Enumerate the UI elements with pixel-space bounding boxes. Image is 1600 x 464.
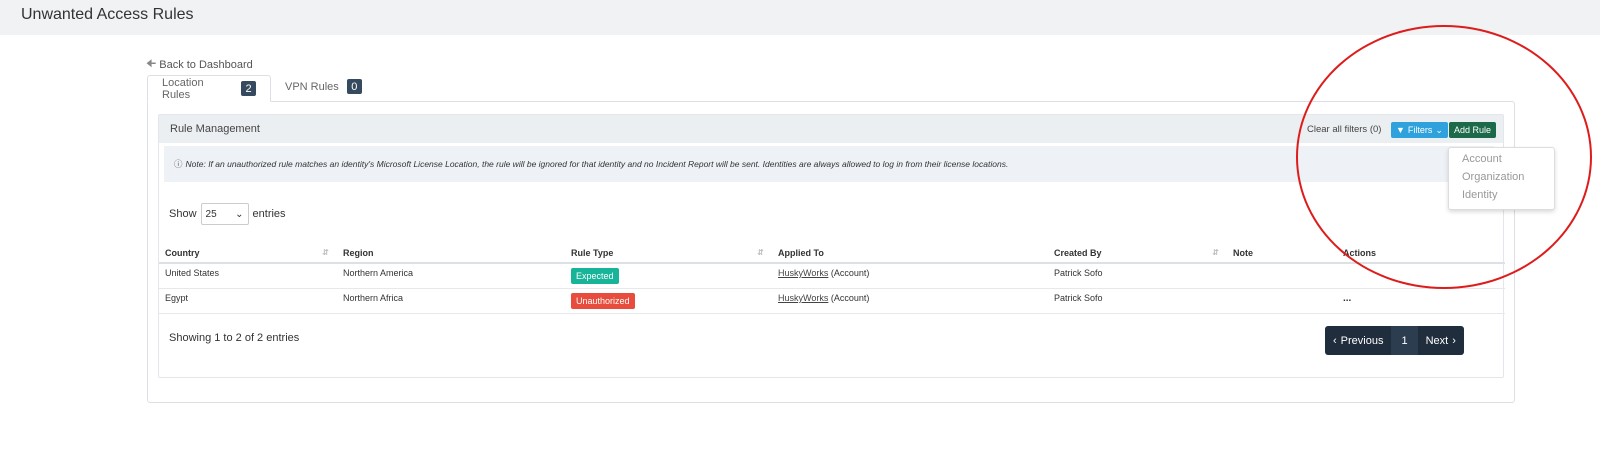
cell-created-by: Patrick Sofo [1048, 263, 1227, 289]
chevron-right-icon: › [1452, 334, 1456, 347]
filters-button-label: Filters [1407, 125, 1433, 135]
sort-icon: ⇵ [322, 247, 329, 257]
show-label: Show [169, 208, 197, 220]
column-header: Actions [1337, 243, 1505, 264]
back-link-label: Back to Dashboard [159, 58, 253, 71]
tab-vpn-rules[interactable]: VPN Rules 0 [271, 73, 376, 100]
cell-applied-to: HuskyWorks (Account) [772, 263, 1048, 289]
sort-icon: ⇵ [1212, 247, 1219, 257]
add-rule-button[interactable]: Add Rule [1449, 122, 1497, 138]
dropdown-item-account[interactable]: Account [1449, 151, 1554, 169]
top-bar: Unwanted Access Rules [0, 0, 1600, 35]
table-row: Egypt Northern Africa Unauthorized Husky… [159, 288, 1505, 314]
account-link[interactable]: HuskyWorks [778, 293, 828, 303]
column-header[interactable]: Note [1227, 243, 1337, 264]
rule-type-badge: Unauthorized [571, 293, 635, 309]
chevron-down-icon: ⌄ [1435, 124, 1443, 135]
filter-icon: ▼ [1396, 125, 1405, 135]
entries-select[interactable]: 25 ⌄ [200, 203, 249, 225]
cell-applied-to: HuskyWorks (Account) [772, 288, 1048, 314]
table-row: United States Northern America Expected … [159, 263, 1505, 289]
tab-label: VPN Rules [285, 80, 339, 93]
clear-filters-link[interactable]: Clear all filters (0) [1307, 124, 1381, 135]
actions-menu-button[interactable]: ... [1343, 293, 1351, 304]
showing-entries-text: Showing 1 to 2 of 2 entries [169, 332, 300, 344]
chevron-down-icon: ⌄ [235, 208, 244, 220]
arrow-left-icon: 🠈 [146, 58, 157, 70]
back-to-dashboard-link[interactable]: 🠈 Back to Dashboard [146, 55, 253, 74]
cell-created-by: Patrick Sofo [1048, 288, 1227, 314]
sort-icon: ⇵ [757, 247, 764, 257]
chevron-left-icon: ‹ [1333, 334, 1337, 347]
tab-location-rules[interactable]: Location Rules 2 [147, 75, 271, 102]
cell-actions: ... [1337, 288, 1505, 314]
rule-type-badge: Expected [571, 268, 619, 284]
tab-label: Location Rules [162, 76, 204, 101]
dropdown-item-identity[interactable]: Identity [1449, 187, 1554, 205]
previous-page-button[interactable]: ‹ Previous [1325, 326, 1391, 355]
column-header[interactable]: Country ⇵ [159, 243, 337, 264]
page-number-button[interactable]: 1 [1391, 326, 1418, 355]
count-badge: 2 [241, 81, 256, 96]
card-header: Rule Management Clear all filters (0) ▼ … [159, 115, 1503, 143]
cell-note [1227, 263, 1337, 289]
cell-region: Northern America [337, 263, 565, 289]
next-page-button[interactable]: Next › [1418, 326, 1464, 355]
dropdown-item-organization[interactable]: Organization [1449, 169, 1554, 187]
cell-country: Egypt [159, 288, 337, 314]
cell-note [1227, 288, 1337, 314]
column-header[interactable]: Applied To [772, 243, 1048, 264]
note-box: ⓘ Note: If an unauthorized rule matches a… [164, 146, 1494, 182]
filters-dropdown-menu: Account Organization Identity [1448, 147, 1555, 210]
entries-control: Show 25 ⌄ entries [169, 203, 286, 225]
entries-value: 25 [205, 208, 217, 220]
cell-actions [1337, 263, 1505, 289]
column-header[interactable]: Rule Type ⇵ [565, 243, 772, 264]
cell-country: United States [159, 263, 337, 289]
rules-table: Country ⇵ Region Rule Type ⇵ Applied To Cr… [159, 243, 1505, 314]
entries-label: entries [252, 208, 286, 220]
note-text: Note: If an unauthorized rule matches an… [185, 159, 1009, 169]
cell-region: Northern Africa [337, 288, 565, 314]
rule-management-card: Rule Management Clear all filters (0) ▼ … [158, 114, 1505, 378]
account-link[interactable]: HuskyWorks [778, 268, 828, 278]
page-title: Unwanted Access Rules [21, 6, 194, 23]
count-badge: 0 [346, 79, 362, 94]
column-header[interactable]: Region [337, 243, 565, 264]
pagination: ‹ Previous 1 Next › [1325, 326, 1464, 355]
card-title: Rule Management [170, 123, 260, 135]
column-header[interactable]: Created By ⇵ [1048, 243, 1227, 264]
filters-button[interactable]: ▼ Filters ⌄ [1391, 122, 1448, 138]
table-header-row: Country ⇵ Region Rule Type ⇵ Applied To Cr… [159, 243, 1505, 264]
info-icon: ⓘ [174, 159, 183, 169]
cell-rule-type: Expected [565, 263, 772, 289]
cell-rule-type: Unauthorized [565, 288, 772, 314]
